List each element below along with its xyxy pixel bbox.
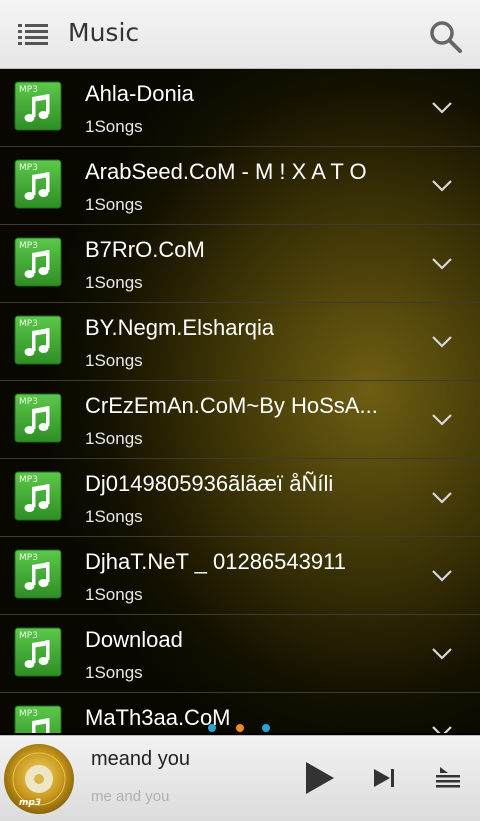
song-count: 1Songs <box>85 585 143 604</box>
page-dot[interactable] <box>262 724 270 732</box>
song-count: 1Songs <box>85 351 143 370</box>
search-icon[interactable] <box>428 19 464 55</box>
folder-list[interactable]: MP3 Ahla-Donia 1Songs MP3 ArabSeed.CoM -… <box>0 69 480 733</box>
mp3-file-icon: MP3 <box>14 81 62 131</box>
album-label: mp3 <box>19 798 41 808</box>
chevron-down-icon[interactable] <box>431 101 453 115</box>
folder-name: Ahla-Donia <box>85 81 194 106</box>
folder-name: B7RrO.CoM <box>85 237 205 262</box>
mp3-file-icon: MP3 <box>14 159 62 209</box>
page-indicator <box>0 724 480 734</box>
song-count: 1Songs <box>85 117 143 136</box>
folder-name: DjhaT.NeT _ 01286543911 <box>85 549 346 574</box>
app-header: Music <box>0 0 480 69</box>
folder-name: BY.Negm.Elsharqia <box>85 315 275 340</box>
mp3-file-icon: MP3 <box>14 237 62 287</box>
album-art-disc-icon[interactable]: mp3 <box>3 743 75 815</box>
chevron-down-icon[interactable] <box>431 569 453 583</box>
queue-list-icon[interactable] <box>436 767 460 789</box>
folder-row[interactable]: MP3 Dj0149805936ãlãæï åÑíli 1Songs <box>0 459 480 537</box>
song-count: 1Songs <box>85 195 143 214</box>
mp3-file-icon: MP3 <box>14 627 62 677</box>
track-artist: me and you <box>91 788 170 805</box>
song-count: 1Songs <box>85 429 143 448</box>
now-playing-bar[interactable]: mp3 meand you me and you <box>0 735 480 821</box>
page-dot-active[interactable] <box>236 724 244 732</box>
mp3-label: MP3 <box>19 475 38 485</box>
mp3-label: MP3 <box>19 397 38 407</box>
skip-next-icon[interactable] <box>372 766 396 790</box>
mp3-label: MP3 <box>19 709 38 719</box>
folder-row[interactable]: MP3 Download 1Songs <box>0 615 480 693</box>
page-dot[interactable] <box>208 724 216 732</box>
folder-name: Dj0149805936ãlãæï åÑíli <box>85 471 334 496</box>
folder-row[interactable]: MP3 ArabSeed.CoM - M ! X A T O 1Songs <box>0 147 480 225</box>
mp3-file-icon: MP3 <box>14 393 62 443</box>
chevron-down-icon[interactable] <box>431 179 453 193</box>
folder-name: Download <box>85 627 183 652</box>
folder-row[interactable]: MP3 Ahla-Donia 1Songs <box>0 69 480 147</box>
chevron-down-icon[interactable] <box>431 257 453 271</box>
chevron-down-icon[interactable] <box>431 647 453 661</box>
play-icon[interactable] <box>302 760 336 796</box>
page-title: Music <box>68 18 140 47</box>
chevron-down-icon[interactable] <box>431 335 453 349</box>
chevron-down-icon[interactable] <box>431 491 453 505</box>
chevron-down-icon[interactable] <box>431 413 453 427</box>
folder-name: CrEzEmAn.CoM~By HoSsA... <box>85 393 378 418</box>
mp3-label: MP3 <box>19 553 38 563</box>
folder-row[interactable]: MP3 B7RrO.CoM 1Songs <box>0 225 480 303</box>
mp3-file-icon: MP3 <box>14 315 62 365</box>
folder-row[interactable]: MP3 DjhaT.NeT _ 01286543911 1Songs <box>0 537 480 615</box>
song-count: 1Songs <box>85 273 143 292</box>
song-count: 1Songs <box>85 507 143 526</box>
folder-row[interactable]: MP3 CrEzEmAn.CoM~By HoSsA... 1Songs <box>0 381 480 459</box>
mp3-file-icon: MP3 <box>14 471 62 521</box>
track-title: meand you <box>91 748 190 770</box>
mp3-label: MP3 <box>19 631 38 641</box>
mp3-label: MP3 <box>19 319 38 329</box>
mp3-label: MP3 <box>19 241 38 251</box>
mp3-label: MP3 <box>19 163 38 173</box>
song-count: 1Songs <box>85 663 143 682</box>
folder-name: ArabSeed.CoM - M ! X A T O <box>85 159 367 184</box>
folder-row[interactable]: MP3 BY.Negm.Elsharqia 1Songs <box>0 303 480 381</box>
list-menu-icon[interactable] <box>18 23 48 47</box>
mp3-label: MP3 <box>19 85 38 95</box>
mp3-file-icon: MP3 <box>14 549 62 599</box>
